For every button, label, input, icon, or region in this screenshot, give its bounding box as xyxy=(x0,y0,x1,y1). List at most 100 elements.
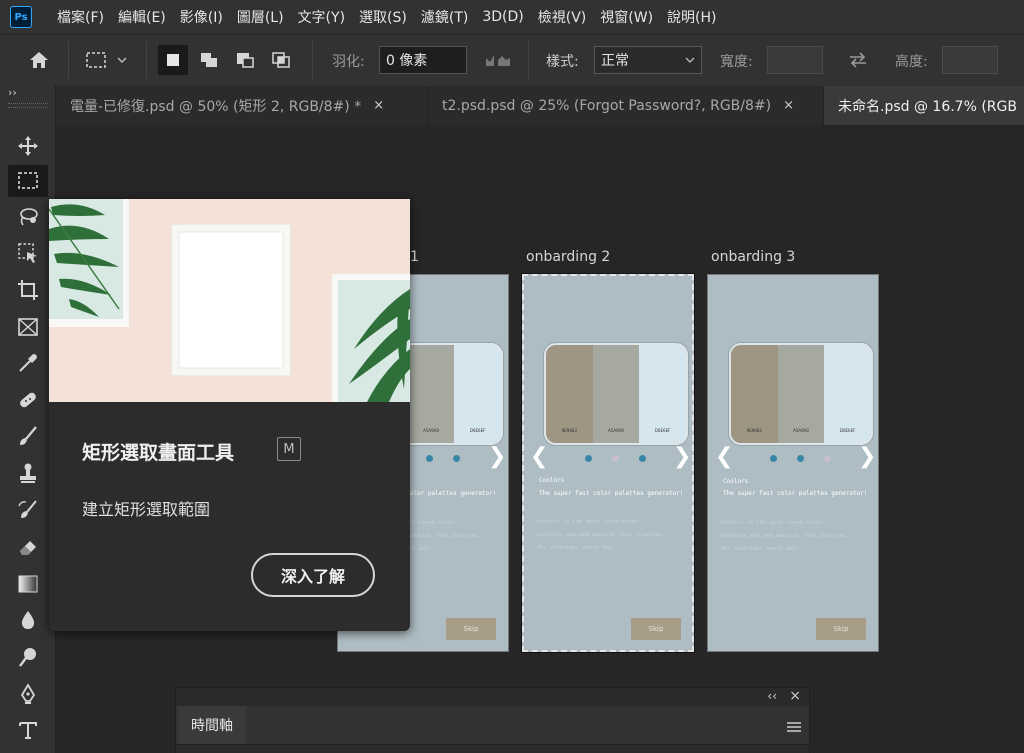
palette-swatch: D6E6EF xyxy=(824,345,871,443)
chevron-down-icon xyxy=(685,57,695,63)
document-tabs: 電量-已修復.psd @ 50% (矩形 2, RGB/8#) * × t2.p… xyxy=(0,86,1024,125)
screen-heading: Coolors xyxy=(723,478,749,485)
options-bar: 羽化: 0 像素 樣式: 正常 寬度: 高度: xyxy=(0,34,1024,86)
width-input[interactable] xyxy=(767,46,823,74)
swatch-code: D6E6EF xyxy=(839,428,856,433)
page-indicator-dot xyxy=(824,455,831,462)
width-label: 寬度: xyxy=(720,54,753,70)
palette-card: 9E9683 A5A9A0 D6E6EF xyxy=(729,343,873,445)
page-indicator-dot xyxy=(585,455,592,462)
tab-timeline[interactable]: 時間軸 xyxy=(178,706,246,744)
move-tool-icon[interactable] xyxy=(8,130,48,162)
subtract-from-selection-icon[interactable] xyxy=(230,45,260,75)
swatch-code: A5A9A0 xyxy=(793,428,809,433)
palette-swatch: A5A9A0 xyxy=(407,345,455,443)
object-selection-tool-icon[interactable] xyxy=(8,237,48,269)
swatch-code: 9E9683 xyxy=(746,428,762,433)
eraser-tool-icon[interactable] xyxy=(8,531,48,563)
palette-swatch: D6E6EF xyxy=(454,345,501,443)
close-icon[interactable]: × xyxy=(789,688,801,704)
tab-label: t2.psd.psd @ 25% (Forgot Password?, RGB/… xyxy=(442,97,772,114)
pen-tool-icon[interactable] xyxy=(8,678,48,710)
artboard-title-1[interactable]: 1 xyxy=(410,249,419,265)
height-label: 高度: xyxy=(895,54,928,70)
history-brush-tool-icon[interactable] xyxy=(8,494,48,526)
feather-input[interactable]: 0 像素 xyxy=(379,46,467,74)
tooltip-preview-image xyxy=(49,199,410,402)
add-to-selection-icon[interactable] xyxy=(194,45,224,75)
menu-image[interactable]: 影像(I) xyxy=(173,7,230,27)
screen-tagline: The super fast color palettes generator! xyxy=(539,490,684,497)
screen-body-line: 2M+ creatives every day! xyxy=(536,545,616,551)
palette-swatch: A5A9A0 xyxy=(592,345,640,443)
chevron-left-icon: ❮ xyxy=(715,444,734,469)
menu-view[interactable]: 檢視(V) xyxy=(531,7,594,27)
intersect-selection-icon[interactable] xyxy=(266,45,296,75)
tab-document-1[interactable]: 電量-已修復.psd @ 50% (矩形 2, RGB/8#) * × xyxy=(56,86,428,125)
swatch-code: D6E6EF xyxy=(654,428,671,433)
page-indicator-dot xyxy=(797,455,804,462)
close-icon[interactable]: × xyxy=(373,98,384,113)
brush-tool-icon[interactable] xyxy=(8,420,48,452)
gradient-tool-icon[interactable] xyxy=(8,568,48,600)
screen-body-line: Coolors is the most loved color xyxy=(720,520,823,526)
chevron-right-icon: ❯ xyxy=(673,444,692,469)
menu-filter[interactable]: 濾鏡(T) xyxy=(414,7,475,27)
panel-collapse-icon[interactable]: ›› xyxy=(8,86,17,99)
artboard-3[interactable]: 9E9683 A5A9A0 D6E6EF ❮ ❯ Coolors The sup… xyxy=(707,274,879,652)
rectangular-marquee-tool-icon[interactable] xyxy=(8,165,48,197)
height-input[interactable] xyxy=(942,46,998,74)
divider xyxy=(146,41,147,79)
menu-3d[interactable]: 3D(D) xyxy=(475,9,530,25)
healing-brush-tool-icon[interactable] xyxy=(8,384,48,416)
menu-file[interactable]: 檔案(F) xyxy=(50,7,111,27)
type-tool-icon[interactable] xyxy=(8,714,48,746)
menu-type[interactable]: 文字(Y) xyxy=(291,7,352,27)
artboard-title-3[interactable]: onbarding 3 xyxy=(711,249,795,265)
menu-help[interactable]: 說明(H) xyxy=(660,7,723,27)
frame-tool-icon[interactable] xyxy=(8,311,48,343)
swatch-code: 9E9683 xyxy=(561,428,577,433)
palette-swatch: 9E9683 xyxy=(546,345,593,443)
tab-document-2[interactable]: t2.psd.psd @ 25% (Forgot Password?, RGB/… xyxy=(428,86,824,125)
menu-edit[interactable]: 編輯(E) xyxy=(111,7,173,27)
crop-tool-icon[interactable] xyxy=(8,274,48,306)
timeline-track xyxy=(176,744,809,753)
shortcut-badge: M xyxy=(277,437,301,461)
panel-menu-icon[interactable] xyxy=(787,718,801,737)
menu-select[interactable]: 選取(S) xyxy=(352,7,414,27)
marquee-tool-preset-picker[interactable] xyxy=(84,45,130,75)
dodge-tool-icon[interactable] xyxy=(8,641,48,673)
divider xyxy=(528,41,529,79)
menu-window[interactable]: 視窗(W) xyxy=(593,7,660,27)
menu-layer[interactable]: 圖層(L) xyxy=(230,7,291,27)
artboard-title-2[interactable]: onbarding 2 xyxy=(526,249,610,265)
panel-header[interactable] xyxy=(176,688,809,706)
artboard-2[interactable]: 9E9683 A5A9A0 D6E6EF ❮ ❯ Coolors The sup… xyxy=(521,273,695,653)
timeline-panel: ‹‹ × 時間軸 xyxy=(175,687,810,753)
skip-button: Skip xyxy=(631,618,681,640)
blur-tool-icon[interactable] xyxy=(8,604,48,636)
tab-label: 電量-已修復.psd @ 50% (矩形 2, RGB/8#) * xyxy=(70,98,362,115)
close-icon[interactable]: × xyxy=(783,98,794,113)
clone-stamp-tool-icon[interactable] xyxy=(8,457,48,489)
palette-card: 9E9683 A5A9A0 D6E6EF xyxy=(544,343,688,445)
eyedropper-tool-icon[interactable] xyxy=(8,347,48,379)
home-icon[interactable] xyxy=(24,45,54,75)
photoshop-logo: Ps xyxy=(10,6,32,28)
panel-grip[interactable] xyxy=(8,103,48,108)
anti-alias-icon[interactable] xyxy=(483,45,513,75)
frames-illustration xyxy=(49,199,410,402)
skip-button: Skip xyxy=(446,618,496,640)
tab-document-3[interactable]: 未命名.psd @ 16.7% (RGB xyxy=(824,86,1024,125)
style-label: 樣式: xyxy=(546,54,579,70)
screen-body-line: palettes app and website that inspires xyxy=(536,532,662,538)
swap-icon[interactable] xyxy=(843,45,873,75)
new-selection-icon[interactable] xyxy=(158,45,188,75)
tools-panel: ›› xyxy=(0,86,56,753)
collapse-icon[interactable]: ‹‹ xyxy=(767,689,777,703)
learn-more-button[interactable]: 深入了解 xyxy=(251,553,375,597)
divider xyxy=(312,41,313,79)
lasso-tool-icon[interactable] xyxy=(8,201,48,233)
style-select[interactable]: 正常 xyxy=(594,46,702,74)
